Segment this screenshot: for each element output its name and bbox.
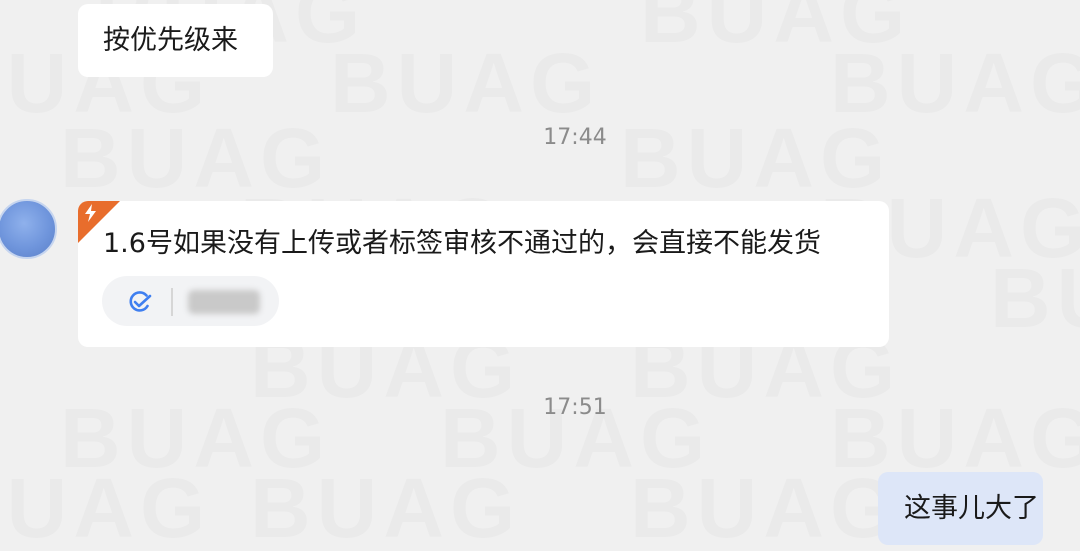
outgoing-message-bubble[interactable]: 按优先级来 — [78, 4, 273, 77]
pill-divider — [171, 288, 173, 316]
watermark-text: BUAG — [630, 460, 901, 551]
blurred-reader-name — [188, 290, 260, 314]
read-receipt-pill[interactable] — [102, 276, 279, 326]
message-timestamp: 17:51 — [543, 395, 607, 420]
avatar[interactable] — [0, 199, 57, 259]
message-text: 这事儿大了 — [904, 493, 1039, 524]
watermark-text: BUAG — [250, 460, 521, 551]
message-text: 按优先级来 — [103, 25, 238, 56]
message-timestamp: 17:44 — [543, 125, 607, 150]
message-text: 1.6号如果没有上传或者标签审核不通过的，会直接不能发货 — [103, 228, 821, 259]
read-receipt-icon — [129, 291, 152, 312]
lightning-icon — [85, 204, 96, 222]
watermark-text: BUAG — [830, 35, 1080, 132]
watermark-text: BUAG — [620, 110, 891, 207]
watermark-text: BUAG — [990, 250, 1080, 347]
watermark-text: BUAG — [640, 0, 911, 62]
incoming-message-bubble[interactable]: 1.6号如果没有上传或者标签审核不通过的，会直接不能发货 — [78, 201, 889, 347]
watermark-text: BUAG — [330, 35, 601, 132]
outgoing-message-bubble[interactable]: 这事儿大了 — [878, 472, 1043, 545]
watermark-text: BUAG — [0, 460, 211, 551]
watermark-text: BUAG — [60, 110, 331, 207]
